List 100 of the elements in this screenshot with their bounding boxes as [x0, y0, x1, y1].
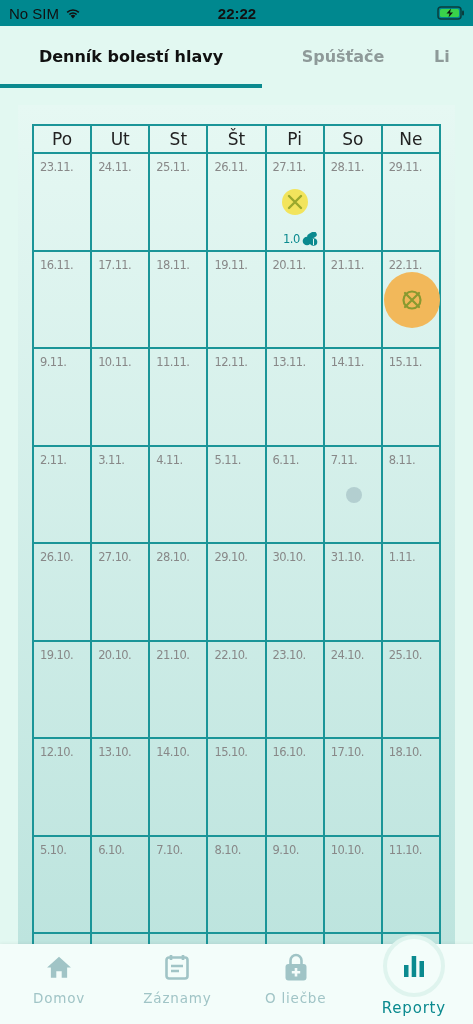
- day-cell[interactable]: 18.10.: [382, 739, 441, 837]
- day-cell[interactable]: 28.11.: [324, 154, 383, 252]
- nav-item[interactable]: Záznamy: [118, 944, 237, 1024]
- date-label: 11.10.: [388, 842, 422, 857]
- day-cell[interactable]: 8.10.: [208, 836, 267, 934]
- day-cell[interactable]: 15.10.: [208, 739, 267, 837]
- day-cell[interactable]: 6.11.: [266, 446, 325, 544]
- day-cell[interactable]: 28.10.: [150, 544, 209, 642]
- day-cell[interactable]: 22.11.: [382, 251, 441, 349]
- date-label: 22.11.: [388, 257, 422, 272]
- date-label: 6.11.: [272, 452, 299, 467]
- day-cell[interactable]: 19.11.: [208, 251, 267, 349]
- day-cell[interactable]: 2.11.: [34, 446, 93, 544]
- day-cell[interactable]: 7.10.: [150, 836, 209, 934]
- date-label: 27.11.: [272, 160, 306, 174]
- day-cell[interactable]: 19.10.: [34, 641, 93, 739]
- day-cell[interactable]: 18.11.: [150, 251, 209, 349]
- tab[interactable]: Li: [424, 26, 473, 88]
- date-label: 29.11.: [388, 160, 422, 174]
- day-cell[interactable]: 25.10.: [382, 641, 441, 739]
- date-label: 29.10.: [214, 550, 248, 564]
- date-label: 15.11.: [388, 355, 422, 369]
- calendar-note-icon: [165, 954, 190, 980]
- day-cell[interactable]: 14.11.: [324, 349, 383, 447]
- day-cell[interactable]: 4.11.: [150, 446, 209, 544]
- date-label: 23.11.: [40, 160, 73, 174]
- date-label: 14.10.: [156, 745, 190, 759]
- date-label: 7.10.: [156, 842, 183, 857]
- date-label: 26.10.: [40, 550, 73, 564]
- day-cell[interactable]: 10.11.: [92, 349, 151, 447]
- weekday-header: Po: [34, 126, 93, 154]
- date-label: 18.10.: [388, 745, 422, 759]
- day-cell[interactable]: 6.10.: [92, 836, 151, 934]
- day-cell[interactable]: 16.10.: [266, 739, 325, 837]
- date-label: 25.11.: [156, 160, 190, 174]
- date-label: 5.11.: [214, 452, 241, 467]
- day-cell[interactable]: 9.11.: [34, 349, 93, 447]
- day-cell[interactable]: 11.10.: [382, 836, 441, 934]
- day-cell[interactable]: 26.10.: [34, 544, 93, 642]
- date-label: 26.11.: [214, 160, 248, 174]
- date-label: 28.10.: [156, 550, 190, 564]
- day-cell[interactable]: 27.10.: [92, 544, 151, 642]
- day-cell[interactable]: 25.11.: [150, 154, 209, 252]
- day-cell[interactable]: 23.11.: [34, 154, 93, 252]
- day-cell[interactable]: 14.10.: [150, 739, 209, 837]
- day-cell[interactable]: 17.11.: [92, 251, 151, 349]
- day-cell[interactable]: 13.11.: [266, 349, 325, 447]
- day-cell[interactable]: 10.10.: [324, 836, 383, 934]
- day-cell[interactable]: 11.11.: [150, 349, 209, 447]
- day-cell[interactable]: 13.10.: [92, 739, 151, 837]
- day-cell[interactable]: 15.11.: [382, 349, 441, 447]
- day-cell[interactable]: 21.11.: [324, 251, 383, 349]
- home-icon: [46, 954, 73, 980]
- day-cell[interactable]: 17.10.: [324, 739, 383, 837]
- carrier-label: No SIM: [9, 4, 59, 22]
- date-label: 27.10.: [98, 550, 132, 564]
- date-label: 10.10.: [330, 842, 364, 857]
- day-cell[interactable]: 8.11.: [382, 446, 441, 544]
- date-label: 20.10.: [98, 647, 132, 662]
- date-label: 15.10.: [214, 745, 248, 759]
- day-cell[interactable]: 7.11.: [324, 446, 383, 544]
- date-label: 17.10.: [330, 745, 364, 759]
- day-cell[interactable]: 31.10.: [324, 544, 383, 642]
- status-time: 22:22: [217, 4, 257, 22]
- day-cell[interactable]: 21.10.: [150, 641, 209, 739]
- date-label: 11.11.: [156, 355, 190, 369]
- day-cell[interactable]: 12.10.: [34, 739, 93, 837]
- tab[interactable]: Denník bolestí hlavy: [0, 26, 262, 88]
- date-label: 30.10.: [272, 550, 306, 564]
- day-cell[interactable]: 27.11. 1.0: [266, 154, 325, 252]
- weekday-header: Ut: [92, 126, 151, 154]
- day-cell[interactable]: 5.10.: [34, 836, 93, 934]
- nav-item[interactable]: Reporty: [354, 935, 473, 1024]
- day-cell[interactable]: 5.11.: [208, 446, 267, 544]
- nav-item[interactable]: O liečbe: [236, 944, 355, 1024]
- date-label: 24.10.: [330, 647, 364, 662]
- day-cell[interactable]: 3.11.: [92, 446, 151, 544]
- day-cell[interactable]: 26.11.: [208, 154, 267, 252]
- date-label: 16.11.: [40, 257, 73, 272]
- day-cell[interactable]: 29.10.: [208, 544, 267, 642]
- date-label: 21.11.: [330, 257, 364, 272]
- day-cell[interactable]: 24.11.: [92, 154, 151, 252]
- day-cell[interactable]: 22.10.: [208, 641, 267, 739]
- day-cell[interactable]: 30.10.: [266, 544, 325, 642]
- day-cell[interactable]: 23.10.: [266, 641, 325, 739]
- day-cell[interactable]: 20.11.: [266, 251, 325, 349]
- day-cell[interactable]: 9.10.: [266, 836, 325, 934]
- day-cell[interactable]: 24.10.: [324, 641, 383, 739]
- tab[interactable]: Spúšťače: [262, 26, 424, 88]
- weekday-header: Pi: [266, 126, 325, 154]
- day-cell[interactable]: 16.11.: [34, 251, 93, 349]
- date-label: 6.10.: [98, 842, 125, 857]
- weekday-header: St: [150, 126, 209, 154]
- day-cell[interactable]: 20.10.: [92, 641, 151, 739]
- day-cell[interactable]: 1.11.: [382, 544, 441, 642]
- nav-item[interactable]: Domov: [0, 944, 119, 1024]
- date-label: 19.10.: [40, 647, 73, 662]
- day-cell[interactable]: 12.11.: [208, 349, 267, 447]
- day-cell[interactable]: 29.11.: [382, 154, 441, 252]
- date-label: 31.10.: [330, 550, 364, 564]
